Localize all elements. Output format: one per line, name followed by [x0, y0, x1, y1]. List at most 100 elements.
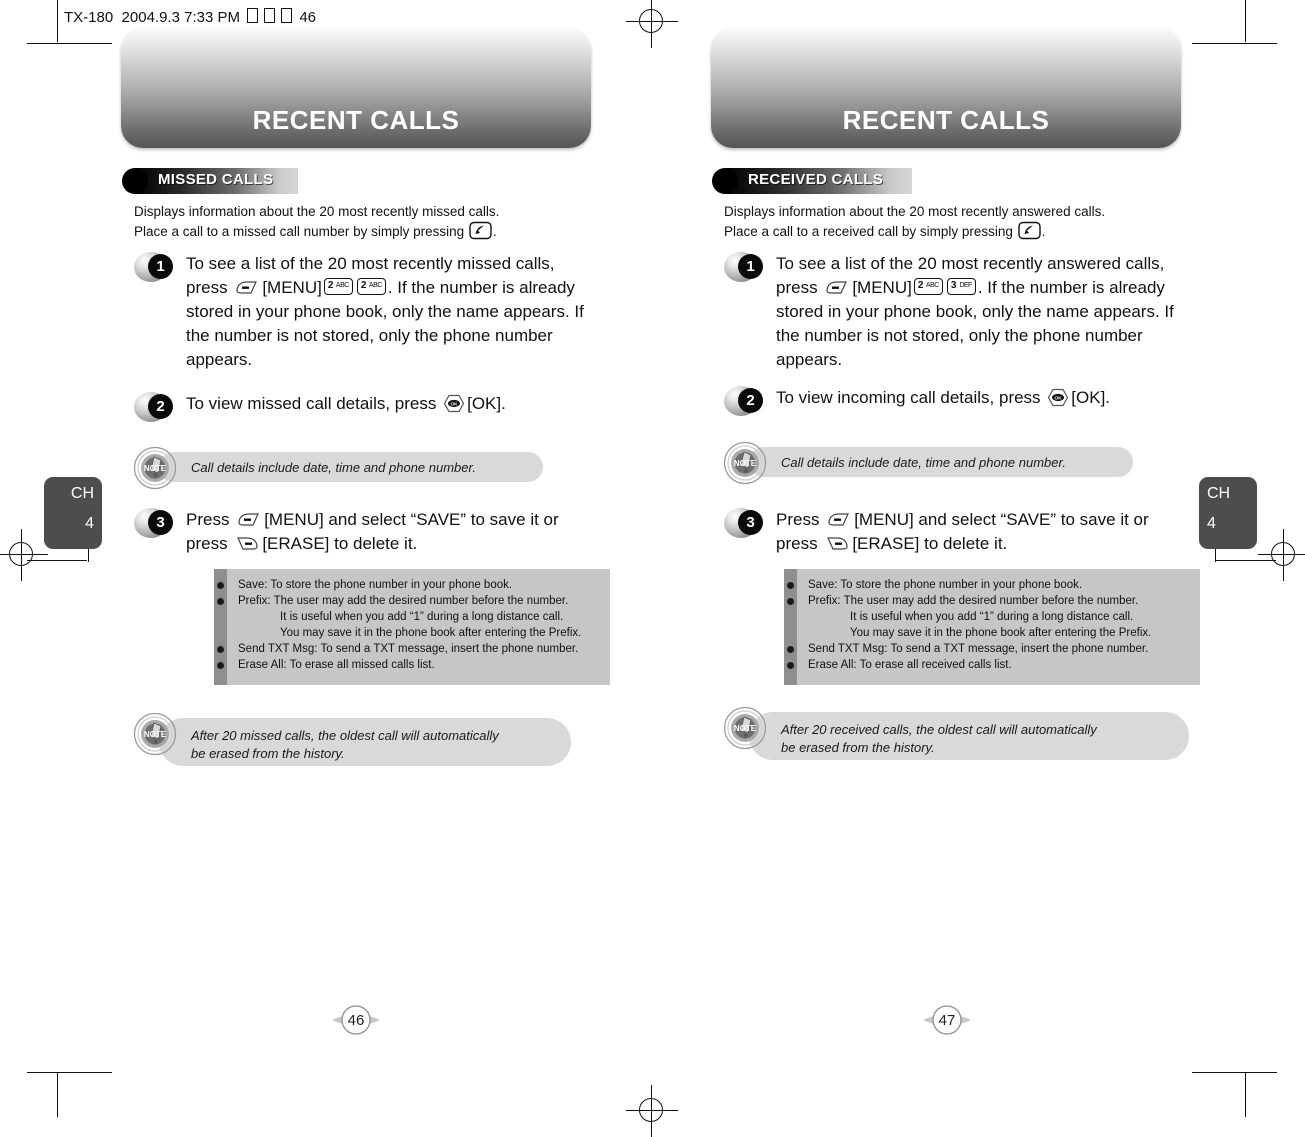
note-icon: NOTE: [133, 446, 177, 490]
bullet-dot-icon: [217, 598, 224, 605]
bullet-dot-icon: [787, 598, 794, 605]
bullet-dot-icon: [787, 646, 794, 653]
page-banner-right: RECENT CALLS: [711, 28, 1181, 148]
note-text-line-1: After 20 missed calls, the oldest call w…: [191, 728, 499, 743]
registration-mark-left: [0, 529, 48, 581]
crop-mark-tr-h: [1192, 43, 1277, 44]
keypad-key-icon: 2 ABC: [913, 278, 943, 295]
print-header-line: TX-180 2004.9.3 7:33 PM 46: [64, 8, 316, 26]
list-item-text: Prefix: The user may add the desired num…: [808, 595, 1139, 607]
page-number-value: 46: [347, 1011, 365, 1029]
menu-softkey-icon: [236, 511, 262, 528]
step-text-a: To view incoming call details, press: [776, 388, 1041, 407]
list-item-text: Prefix: The user may add the desired num…: [238, 595, 569, 607]
section-intro-right: Displays information about the 20 most r…: [724, 202, 1194, 241]
intro-line-2b: .: [1041, 224, 1046, 239]
bullet-dot-icon: [217, 582, 224, 589]
step-number: 3: [148, 510, 173, 535]
registration-mark-right: [1258, 529, 1305, 581]
note-text: Call details include date, time and phon…: [191, 460, 476, 475]
note-text-line-2: be erased from the history.: [191, 746, 345, 761]
list-item: Prefix: The user may add the desired num…: [784, 593, 1194, 609]
regmark-vline: [651, 1085, 652, 1137]
list-item: You may save it in the phone book after …: [214, 625, 604, 641]
crop-mark-ml-h: [27, 560, 87, 561]
erase-softkey-icon: [824, 535, 850, 552]
svg-text:OK: OK: [1055, 396, 1063, 401]
regmark-hline: [626, 21, 678, 22]
list-item: Save: To store the phone number in your …: [214, 577, 604, 593]
step-number: 2: [148, 394, 173, 419]
keypad-digit: 2: [327, 280, 334, 291]
svg-text:NOTE: NOTE: [144, 464, 167, 473]
regmark-vline: [1283, 529, 1284, 581]
chapter-tab-ch-label: CH: [70, 485, 94, 502]
step-text: To view incoming call details, press OK …: [776, 386, 1196, 410]
list-item-text: Send TXT Msg: To send a TXT message, ins…: [808, 643, 1149, 655]
step-text: To see a list of the 20 most recently mi…: [186, 252, 586, 372]
page-banner-left: RECENT CALLS: [121, 28, 591, 148]
step-text: Press [MENU] and select “SAVE” to save i…: [186, 508, 586, 556]
list-item: It is useful when you add “1” during a l…: [784, 609, 1194, 625]
list-item-text: Erase All: To erase all missed calls lis…: [238, 659, 435, 671]
intro-line-1: Displays information about the 20 most r…: [724, 204, 1106, 219]
bullet-dot-icon: [787, 662, 794, 669]
menu-softkey-icon: [824, 279, 850, 296]
manual-spread: TX-180 2004.9.3 7:33 PM 46 CH 4 CH 4 REC…: [0, 0, 1305, 1137]
section-label: RECEIVED CALLS: [748, 171, 884, 188]
list-item-text: It is useful when you add “1” during a l…: [280, 611, 564, 623]
note-text: Call details include date, time and phon…: [781, 455, 1066, 470]
options-box-left: Save: To store the phone number in your …: [214, 569, 610, 685]
missing-glyph-box: [264, 8, 276, 23]
ok-key-icon: OK: [443, 394, 465, 413]
crop-mark-tl-h: [27, 43, 112, 44]
svg-text:NOTE: NOTE: [144, 730, 167, 739]
regmark-hline: [0, 554, 48, 555]
erase-softkey-icon: [234, 535, 260, 552]
list-item: It is useful when you add “1” during a l…: [214, 609, 604, 625]
svg-text:NOTE: NOTE: [734, 459, 757, 468]
step-number: 2: [738, 388, 763, 413]
step-number: 1: [148, 254, 173, 279]
page-title: RECENT CALLS: [842, 105, 1050, 135]
page-number-left: 46: [330, 1003, 382, 1037]
step-text-a: Press: [776, 510, 820, 529]
regmark-vline: [21, 529, 22, 581]
step-text: Press [MENU] and select “SAVE” to save i…: [776, 508, 1176, 556]
intro-line-1: Displays information about the 20 most r…: [134, 204, 500, 219]
chapter-tab-number: 4: [1207, 515, 1216, 532]
note-text-line-1: After 20 received calls, the oldest call…: [781, 722, 1097, 737]
keypad-key-icon: 2 ABC: [356, 278, 386, 295]
missing-glyph-box: [281, 8, 293, 23]
step-text-b: [OK].: [1071, 388, 1111, 407]
note-callout-2-left: NOTE After 20 missed calls, the oldest c…: [133, 712, 573, 768]
page-title: RECENT CALLS: [252, 105, 460, 135]
list-item: Prefix: The user may add the desired num…: [214, 593, 604, 609]
keypad-key-icon: 3 DEF: [946, 278, 976, 295]
header-page-ref: 46: [299, 9, 317, 26]
options-box-right: Save: To store the phone number in your …: [784, 569, 1200, 685]
bullet-dot-icon: [787, 582, 794, 589]
send-key-icon: [1017, 221, 1041, 240]
menu-softkey-icon: [826, 511, 852, 528]
header-time: 7:33 PM: [184, 9, 240, 26]
registration-mark-top: [626, 0, 678, 48]
keypad-digit: 2: [360, 280, 367, 291]
chapter-tab-right: CH 4: [1199, 477, 1257, 549]
list-item: Send TXT Msg: To send a TXT message, ins…: [784, 641, 1194, 657]
step-text-c: [ERASE] to delete it.: [262, 534, 418, 553]
crop-mark-tl-v: [57, 0, 58, 42]
regmark-hline: [1258, 554, 1305, 555]
header-model: TX-180: [64, 9, 114, 26]
missing-glyph-box: [247, 8, 259, 23]
note-text-line-2: be erased from the history.: [781, 740, 935, 755]
options-list: Save: To store the phone number in your …: [214, 569, 610, 685]
crop-mark-br-v: [1245, 1073, 1246, 1117]
section-header-received-calls: RECEIVED CALLS: [712, 168, 922, 194]
keypad-key-icon: 2 ABC: [323, 278, 353, 295]
note-icon: NOTE: [723, 441, 767, 485]
step-text-a: Press: [186, 510, 230, 529]
note-icon: NOTE: [723, 706, 767, 750]
note-text: After 20 received calls, the oldest call…: [781, 706, 1161, 762]
note-text: After 20 missed calls, the oldest call w…: [191, 712, 571, 768]
